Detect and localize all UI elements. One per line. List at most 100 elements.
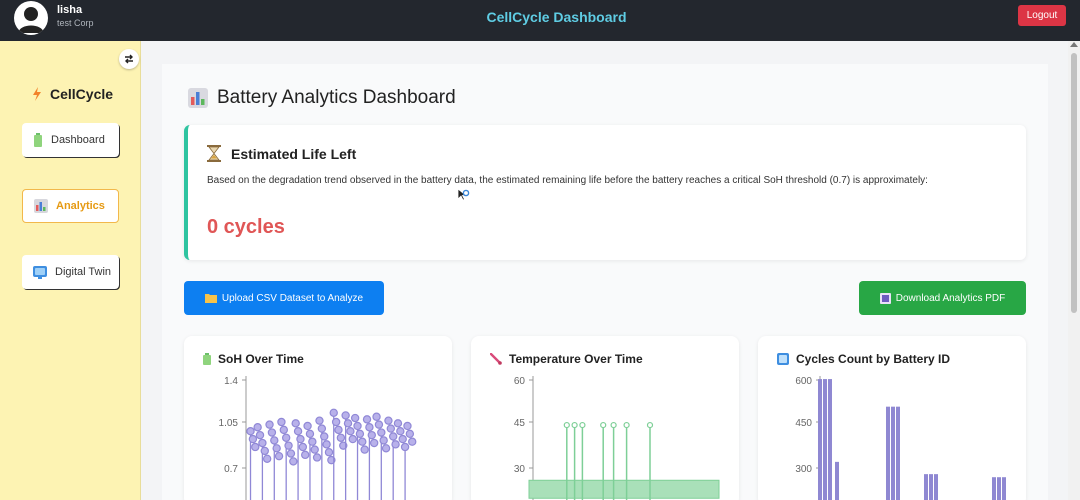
sidebar-item-analytics[interactable]: Analytics <box>22 189 119 223</box>
sidebar-item-label: Digital Twin <box>55 266 112 278</box>
app-title: CellCycle Dashboard <box>486 9 627 25</box>
soh-data-point <box>291 419 300 428</box>
soh-data-point <box>277 417 286 427</box>
cycles-chart-title: Cycles Count by Battery ID <box>777 352 950 366</box>
cycles-bar <box>823 379 827 500</box>
cycles-bar <box>934 474 938 500</box>
scroll-up-arrow-icon[interactable] <box>1070 42 1078 47</box>
brand-name: CellCycle <box>50 86 114 102</box>
sidebar-item-label: Analytics <box>56 200 105 212</box>
soh-data-point <box>286 449 296 458</box>
cycles-bar <box>992 477 996 500</box>
battery-icon <box>34 133 42 147</box>
logout-button[interactable]: Logout <box>1018 5 1066 26</box>
download-pdf-button[interactable]: Download Analytics PDF <box>859 281 1026 315</box>
collapse-sidebar-button[interactable] <box>119 49 139 69</box>
cycles-bar <box>828 379 832 500</box>
soh-data-point <box>320 432 329 441</box>
counter-icon <box>777 353 789 365</box>
soh-chart-card: 1.4 1.05 0.7 SoH Over Time <box>184 336 452 500</box>
soh-data-point <box>253 423 262 432</box>
soh-data-point <box>355 429 365 439</box>
soh-data-point <box>379 436 388 445</box>
soh-chart-title: SoH Over Time <box>203 352 304 366</box>
temperature-spike-point <box>571 421 578 429</box>
lightning-icon <box>33 87 41 101</box>
soh-data-point <box>336 433 346 442</box>
life-left-description: Based on the degradation trend observed … <box>207 175 928 186</box>
soh-data-point <box>262 454 272 464</box>
soh-data-point <box>388 432 398 441</box>
bar-chart-icon <box>34 199 48 213</box>
cycles-bar <box>818 379 822 500</box>
scroll-thumb[interactable] <box>1071 53 1077 313</box>
soh-data-point <box>308 437 317 446</box>
soh-tick-label: 0.7 <box>224 464 238 475</box>
temperature-tick-label: 45 <box>514 418 526 429</box>
temperature-spike-point <box>623 421 630 429</box>
cycles-bar <box>886 406 890 500</box>
soh-data-point <box>284 441 293 450</box>
swap-arrows-icon <box>125 54 133 64</box>
soh-data-point <box>301 450 310 460</box>
page-title: Battery Analytics Dashboard <box>188 87 456 109</box>
soh-data-point <box>272 444 281 453</box>
temperature-spike-point <box>579 421 586 429</box>
upload-csv-label: Upload CSV Dataset to Analyze <box>221 292 364 304</box>
soh-data-point <box>317 424 327 433</box>
soh-data-point <box>369 438 379 448</box>
soh-data-point <box>358 437 367 446</box>
bar-chart-icon <box>188 88 208 108</box>
monitor-icon <box>33 265 47 279</box>
soh-data-point <box>265 420 274 429</box>
life-left-title-text: Estimated Life Left <box>231 145 357 162</box>
soh-data-point <box>255 430 265 440</box>
upload-csv-button[interactable]: Upload CSV Dataset to Analyze <box>184 281 384 315</box>
page-scrollbar[interactable] <box>1068 41 1080 500</box>
temperature-chart-title: Temperature Over Time <box>490 352 643 366</box>
soh-data-point <box>248 434 258 444</box>
soh-data-point <box>322 440 331 449</box>
soh-data-point <box>312 453 322 462</box>
hourglass-icon <box>207 145 221 162</box>
soh-data-point <box>293 426 303 436</box>
cycles-tick-label: 600 <box>795 376 812 387</box>
temperature-band <box>528 479 720 499</box>
soh-chart-title-text: SoH Over Time <box>218 352 304 366</box>
mouse-cursor-icon <box>457 188 471 207</box>
soh-data-point <box>396 426 405 436</box>
soh-data-point <box>296 434 305 444</box>
soh-data-point <box>405 429 415 439</box>
thermometer-icon <box>490 353 502 365</box>
soh-data-point <box>324 448 334 457</box>
soh-data-point <box>251 442 260 452</box>
cycles-bar <box>1002 477 1006 500</box>
soh-data-point <box>384 416 393 425</box>
soh-data-point <box>374 420 384 429</box>
cycles-chart-card: 600 450 300 Cycles Count by Battery ID <box>758 336 1026 500</box>
cycles-bar <box>891 406 895 500</box>
soh-data-point <box>400 442 410 452</box>
soh-data-point <box>360 445 369 454</box>
cycles-bar <box>896 406 900 500</box>
soh-data-point <box>365 423 374 432</box>
soh-data-point <box>408 437 417 446</box>
sidebar-item-digital-twin[interactable]: Digital Twin <box>22 255 119 289</box>
soh-data-point <box>315 416 324 425</box>
book-icon <box>879 292 891 304</box>
cycles-bar <box>929 474 933 500</box>
soh-data-point <box>270 436 279 445</box>
sidebar-item-dashboard[interactable]: Dashboard <box>22 123 119 157</box>
temperature-tick-label: 30 <box>514 464 526 475</box>
soh-data-point <box>353 421 362 431</box>
soh-data-point <box>343 419 353 428</box>
soh-data-point <box>258 438 267 448</box>
temperature-tick-label: 60 <box>514 376 526 387</box>
battery-icon <box>203 353 211 365</box>
cycles-tick-label: 300 <box>795 464 812 475</box>
temperature-chart-title-text: Temperature Over Time <box>509 352 643 366</box>
temperature-spike-point <box>563 421 570 429</box>
soh-data-point <box>305 429 315 439</box>
temperature-spike-point <box>646 421 654 429</box>
soh-data-point <box>279 425 289 435</box>
